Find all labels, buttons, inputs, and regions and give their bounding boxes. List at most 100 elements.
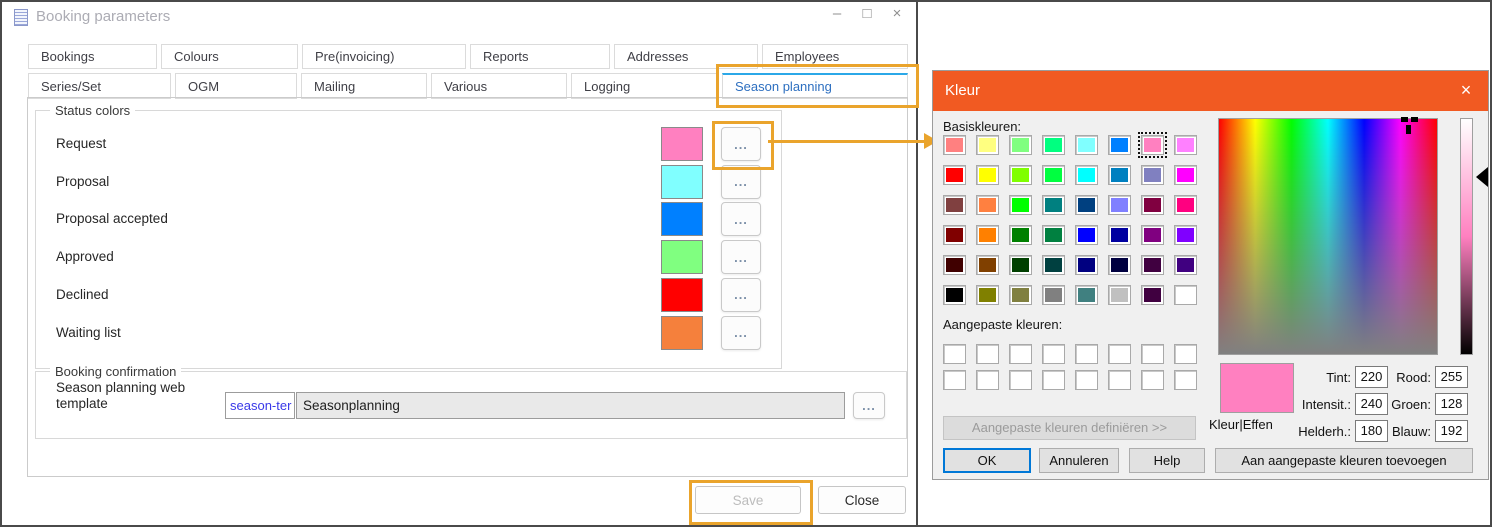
basic-color-swatch[interactable] [943, 285, 966, 305]
basic-color-swatch[interactable] [943, 165, 966, 185]
basic-color-swatch[interactable] [976, 135, 999, 155]
basic-color-swatch[interactable] [1108, 225, 1131, 245]
basic-color-swatch[interactable] [1141, 165, 1164, 185]
basic-color-swatch[interactable] [1075, 225, 1098, 245]
custom-color-swatch[interactable] [1075, 344, 1098, 364]
custom-color-swatch[interactable] [1009, 344, 1032, 364]
basic-color-swatch[interactable] [943, 225, 966, 245]
ok-button[interactable]: OK [943, 448, 1031, 473]
custom-color-swatch[interactable] [1108, 344, 1131, 364]
cancel-button[interactable]: Annuleren [1039, 448, 1119, 473]
tab-various[interactable]: Various [431, 73, 567, 99]
close-icon[interactable]: × [890, 5, 904, 22]
custom-color-swatch[interactable] [976, 370, 999, 390]
custom-color-swatch[interactable] [1009, 370, 1032, 390]
tab-bookings[interactable]: Bookings [28, 44, 157, 69]
tab-ogm[interactable]: OGM [175, 73, 297, 99]
color-picker-button[interactable]: ... [721, 240, 761, 275]
tab-reports[interactable]: Reports [470, 44, 610, 69]
custom-color-swatch[interactable] [1108, 370, 1131, 390]
custom-color-swatch[interactable] [1042, 344, 1065, 364]
field-input-groen[interactable]: 128 [1435, 393, 1468, 415]
basic-color-swatch[interactable] [1141, 225, 1164, 245]
add-to-custom-colors-button[interactable]: Aan aangepaste kleuren toevoegen [1215, 448, 1473, 473]
template-browse-button[interactable]: ... [853, 392, 885, 419]
basic-color-swatch[interactable] [1075, 255, 1098, 275]
color-picker-button[interactable]: ... [721, 127, 761, 161]
tab-addresses[interactable]: Addresses [614, 44, 758, 69]
custom-color-swatch[interactable] [1075, 370, 1098, 390]
basic-color-swatch[interactable] [1042, 165, 1065, 185]
basic-color-swatch[interactable] [943, 195, 966, 215]
custom-color-swatch[interactable] [943, 344, 966, 364]
help-button[interactable]: Help [1129, 448, 1205, 473]
close-button[interactable]: Close [818, 486, 906, 514]
basic-color-swatch[interactable] [1108, 255, 1131, 275]
basic-color-swatch[interactable] [1138, 132, 1167, 158]
basic-color-swatch[interactable] [1042, 285, 1065, 305]
basic-color-swatch[interactable] [1174, 225, 1197, 245]
custom-color-swatch[interactable] [976, 344, 999, 364]
save-button[interactable]: Save [695, 486, 801, 514]
basic-color-swatch[interactable] [1141, 285, 1164, 305]
custom-color-swatch[interactable] [1174, 344, 1197, 364]
basic-color-swatch[interactable] [1108, 165, 1131, 185]
minimize-icon[interactable]: – [830, 5, 844, 22]
basic-color-swatch[interactable] [1042, 195, 1065, 215]
basic-color-swatch[interactable] [943, 255, 966, 275]
basic-color-swatch[interactable] [1108, 285, 1131, 305]
tab-pre-invoicing[interactable]: Pre(invoicing) [302, 44, 466, 69]
basic-color-swatch[interactable] [1009, 195, 1032, 215]
tab-series-set[interactable]: Series/Set [28, 73, 171, 99]
basic-color-swatch[interactable] [1042, 135, 1065, 155]
tab-season-planning[interactable]: Season planning [722, 73, 908, 99]
basic-color-swatch[interactable] [1174, 255, 1197, 275]
basic-color-swatch[interactable] [1108, 195, 1131, 215]
basic-color-swatch[interactable] [1009, 285, 1032, 305]
tab-mailing[interactable]: Mailing [301, 73, 427, 99]
basic-color-swatch[interactable] [1009, 225, 1032, 245]
basic-color-swatch[interactable] [1075, 165, 1098, 185]
color-picker-button[interactable]: ... [721, 277, 761, 312]
basic-color-swatch[interactable] [1075, 195, 1098, 215]
field-input-rood[interactable]: 255 [1435, 366, 1468, 388]
custom-color-swatch[interactable] [1042, 370, 1065, 390]
field-input-blauw[interactable]: 192 [1435, 420, 1468, 442]
luminance-slider-handle[interactable] [1476, 167, 1488, 187]
tab-colours[interactable]: Colours [161, 44, 298, 69]
template-name-field[interactable]: Seasonplanning [296, 392, 845, 419]
basic-color-swatch[interactable] [976, 285, 999, 305]
basic-color-swatch[interactable] [976, 165, 999, 185]
color-picker-button[interactable]: ... [721, 202, 761, 237]
basic-color-swatch[interactable] [1174, 285, 1197, 305]
basic-color-swatch[interactable] [976, 195, 999, 215]
basic-color-swatch[interactable] [1141, 255, 1164, 275]
basic-color-swatch[interactable] [1075, 135, 1098, 155]
basic-color-swatch[interactable] [1009, 255, 1032, 275]
basic-color-swatch[interactable] [1042, 225, 1065, 245]
maximize-icon[interactable]: □ [860, 5, 874, 22]
color-picker-button[interactable]: ... [721, 315, 761, 350]
basic-color-swatch[interactable] [1009, 165, 1032, 185]
template-code-field[interactable]: season-ter [225, 392, 295, 419]
basic-color-swatch[interactable] [1174, 135, 1197, 155]
basic-color-swatch[interactable] [1075, 285, 1098, 305]
color-picker-button[interactable]: ... [721, 164, 761, 199]
custom-color-swatch[interactable] [1174, 370, 1197, 390]
luminance-slider-bar[interactable] [1460, 118, 1473, 355]
basic-color-swatch[interactable] [976, 255, 999, 275]
tab-employees[interactable]: Employees [762, 44, 908, 69]
basic-color-swatch[interactable] [976, 225, 999, 245]
basic-color-swatch[interactable] [1174, 195, 1197, 215]
hue-saturation-gradient-field[interactable] [1218, 118, 1438, 355]
tab-logging[interactable]: Logging [571, 73, 718, 99]
basic-color-swatch[interactable] [1009, 135, 1032, 155]
basic-color-swatch[interactable] [1141, 195, 1164, 215]
basic-color-swatch[interactable] [943, 135, 966, 155]
custom-color-swatch[interactable] [943, 370, 966, 390]
basic-color-swatch[interactable] [1174, 165, 1197, 185]
custom-color-swatch[interactable] [1141, 370, 1164, 390]
basic-color-swatch[interactable] [1108, 135, 1131, 155]
basic-color-swatch[interactable] [1042, 255, 1065, 275]
custom-color-swatch[interactable] [1141, 344, 1164, 364]
